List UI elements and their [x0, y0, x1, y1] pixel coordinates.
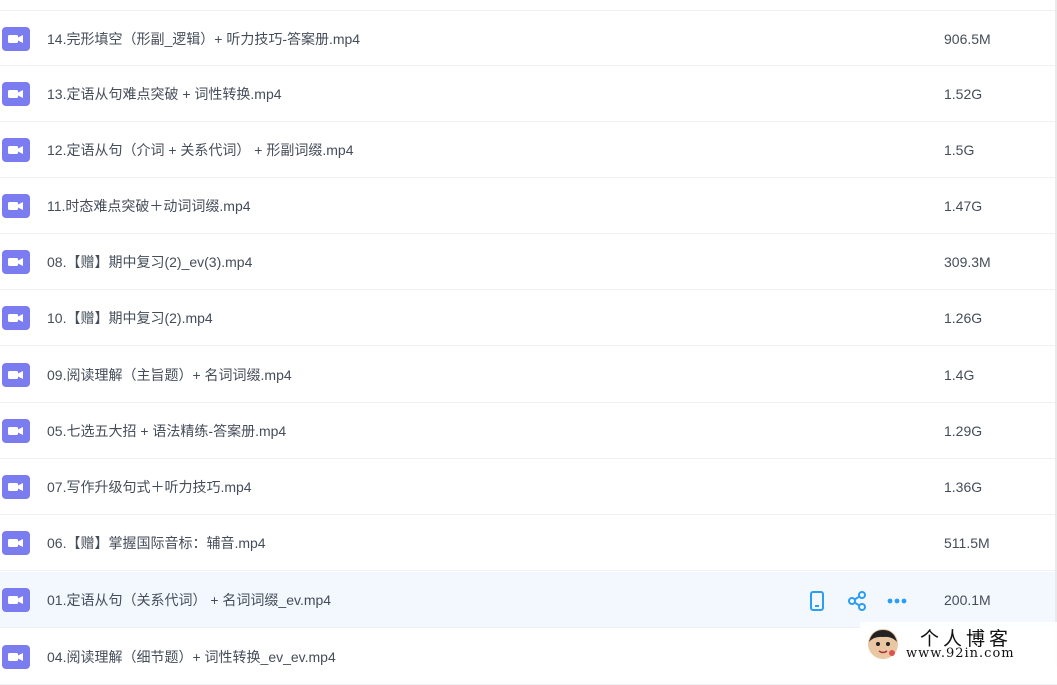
video-file-icon — [2, 588, 30, 612]
file-size: 1.4G — [944, 367, 975, 383]
file-size: 1.5G — [944, 142, 975, 158]
watermark: 个人博客 www.92in.com — [860, 622, 1057, 666]
file-name[interactable]: 08.【赠】期中复习(2)_ev(3).mp4 — [47, 234, 252, 290]
file-size: 1.52G — [944, 86, 983, 102]
file-row[interactable]: 13.定语从句难点突破 + 词性转换.mp4 1.52G — [0, 66, 1057, 122]
file-row[interactable]: 05.七选五大招 + 语法精练-答案册.mp4 1.29G — [0, 403, 1057, 459]
phone-icon[interactable] — [806, 590, 828, 612]
file-size: 511.5M — [944, 535, 990, 551]
file-size: 1.47G — [944, 198, 983, 214]
file-name[interactable]: 07.写作升级句式＋听力技巧.mp4 — [47, 459, 252, 515]
file-size: 309.3M — [944, 254, 991, 270]
video-file-icon — [2, 138, 30, 162]
file-name[interactable]: 11.时态难点突破＋动词词缀.mp4 — [47, 178, 251, 234]
file-row[interactable]: 12.定语从句（介词 + 关系代词） + 形副词缀.mp4 1.5G — [0, 122, 1057, 178]
watermark-url: www.92in.com — [906, 646, 1015, 661]
file-row-hovered[interactable]: 01.定语从句（关系代词） + 名词词缀_ev.mp4 200.1M — [0, 572, 1057, 628]
file-name[interactable]: 10.【赠】期中复习(2).mp4 — [47, 290, 213, 346]
file-row[interactable]: 07.写作升级句式＋听力技巧.mp4 1.36G — [0, 459, 1057, 515]
video-file-icon — [2, 475, 30, 499]
file-name[interactable]: 14.完形填空（形副_逻辑）+ 听力技巧-答案册.mp4 — [47, 11, 360, 67]
video-file-icon — [2, 363, 30, 387]
video-file-icon — [2, 250, 30, 274]
file-size: 1.29G — [944, 423, 983, 439]
file-name[interactable]: 04.阅读理解（细节题）+ 词性转换_ev_ev.mp4 — [47, 629, 336, 685]
video-file-icon — [2, 306, 30, 330]
file-row[interactable]: 14.完形填空（形副_逻辑）+ 听力技巧-答案册.mp4 906.5M — [0, 10, 1057, 66]
file-row[interactable]: 10.【赠】期中复习(2).mp4 1.26G — [0, 290, 1057, 346]
more-icon[interactable] — [886, 590, 908, 612]
video-file-icon — [2, 419, 30, 443]
avatar-icon — [868, 629, 898, 659]
video-file-icon — [2, 82, 30, 106]
file-name[interactable]: 13.定语从句难点突破 + 词性转换.mp4 — [47, 66, 282, 122]
file-name[interactable]: 06.【赠】掌握国际音标：辅音.mp4 — [47, 515, 266, 571]
share-icon[interactable] — [846, 590, 868, 612]
file-size: 1.36G — [944, 479, 983, 495]
video-file-icon — [2, 194, 30, 218]
file-name[interactable]: 01.定语从句（关系代词） + 名词词缀_ev.mp4 — [47, 572, 331, 628]
video-file-icon — [2, 531, 30, 555]
file-name[interactable]: 09.阅读理解（主旨题）+ 名词词缀.mp4 — [47, 347, 292, 403]
video-file-icon — [2, 645, 30, 669]
file-row[interactable]: 08.【赠】期中复习(2)_ev(3).mp4 309.3M — [0, 234, 1057, 290]
file-size: 1.26G — [944, 310, 983, 326]
file-size: 200.1M — [944, 592, 991, 608]
file-row[interactable]: 06.【赠】掌握国际音标：辅音.mp4 511.5M — [0, 515, 1057, 571]
file-row[interactable]: 09.阅读理解（主旨题）+ 名词词缀.mp4 1.4G — [0, 347, 1057, 403]
file-row[interactable]: 11.时态难点突破＋动词词缀.mp4 1.47G — [0, 178, 1057, 234]
file-name[interactable]: 05.七选五大招 + 语法精练-答案册.mp4 — [47, 403, 286, 459]
file-size: 906.5M — [944, 31, 991, 47]
video-file-icon — [2, 27, 30, 51]
file-name[interactable]: 12.定语从句（介词 + 关系代词） + 形副词缀.mp4 — [47, 122, 354, 178]
